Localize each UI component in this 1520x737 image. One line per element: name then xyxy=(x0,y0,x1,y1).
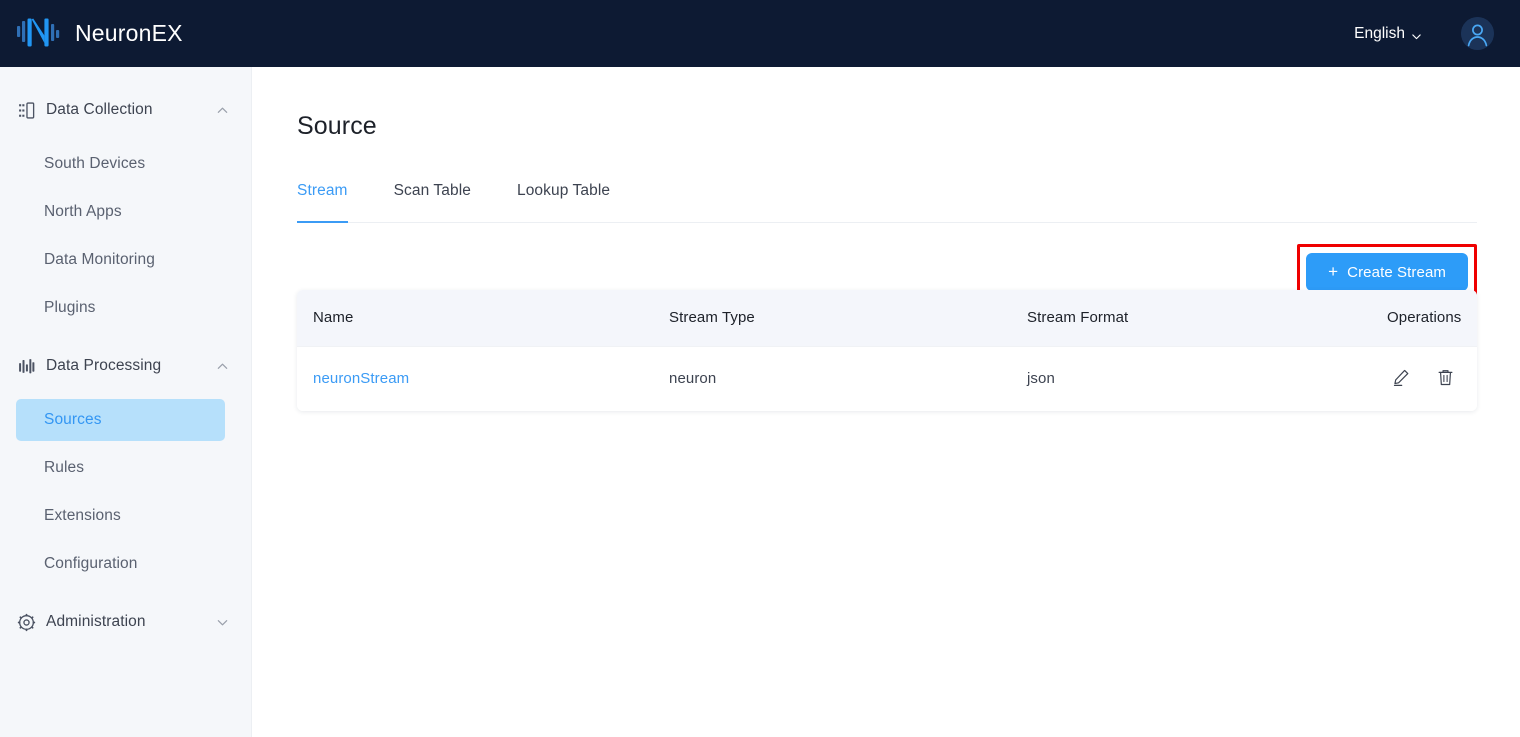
sidebar-item-data-monitoring[interactable]: Data Monitoring xyxy=(16,239,225,281)
sidebar-item-label: Data Monitoring xyxy=(44,251,155,269)
table-row: neuronStream neuron json xyxy=(297,346,1477,411)
sidebar-item-configuration[interactable]: Configuration xyxy=(16,543,225,585)
sidebar-item-label: Plugins xyxy=(44,299,96,317)
sidebar-item-label: Sources xyxy=(44,411,102,429)
column-header-name: Name xyxy=(297,290,653,346)
table-header: Name Stream Type Stream Format Operation… xyxy=(297,290,1477,346)
sidebar-item-label: Configuration xyxy=(44,555,138,573)
tab-scan-table[interactable]: Scan Table xyxy=(394,182,471,222)
tab-label: Stream xyxy=(297,182,348,199)
sidebar-group-label: Data Collection xyxy=(46,101,216,119)
sidebar-item-label: Extensions xyxy=(44,507,121,525)
user-avatar-icon[interactable] xyxy=(1461,17,1494,50)
neuron-logo-icon xyxy=(16,17,62,51)
create-stream-button[interactable]: + Create Stream xyxy=(1306,253,1468,291)
sidebar-item-label: Rules xyxy=(44,459,84,477)
sidebar-item-north-apps[interactable]: North Apps xyxy=(16,191,225,233)
table-body: neuronStream neuron json xyxy=(297,346,1477,411)
cell-stream-type: neuron xyxy=(653,346,1011,411)
sidebar-item-rules[interactable]: Rules xyxy=(16,447,225,489)
chevron-up-icon xyxy=(216,360,229,373)
sidebar-item-extensions[interactable]: Extensions xyxy=(16,495,225,537)
brand: NeuronEX xyxy=(16,17,183,51)
sidebar-item-sources[interactable]: Sources xyxy=(16,399,225,441)
column-header-operations: Operations xyxy=(1371,290,1477,346)
stream-table-card: Name Stream Type Stream Format Operation… xyxy=(297,290,1477,411)
stream-table: Name Stream Type Stream Format Operation… xyxy=(297,290,1477,411)
sidebar-item-label: South Devices xyxy=(44,155,145,173)
cell-name: neuronStream xyxy=(297,346,653,411)
data-processing-icon xyxy=(16,356,36,376)
table-header-row: Name Stream Type Stream Format Operation… xyxy=(297,290,1477,346)
edit-icon[interactable] xyxy=(1391,367,1411,387)
tab-label: Lookup Table xyxy=(517,182,610,199)
tab-stream[interactable]: Stream xyxy=(297,182,348,222)
chevron-down-icon xyxy=(216,616,229,629)
delete-icon[interactable] xyxy=(1435,367,1455,387)
sidebar-item-south-devices[interactable]: South Devices xyxy=(16,143,225,185)
cell-stream-format: json xyxy=(1011,346,1371,411)
gear-icon xyxy=(16,612,36,632)
language-label: English xyxy=(1354,25,1405,43)
column-header-stream-format: Stream Format xyxy=(1011,290,1371,346)
plus-icon: + xyxy=(1328,263,1338,280)
sidebar-item-plugins[interactable]: Plugins xyxy=(16,287,225,329)
cell-operations xyxy=(1371,346,1477,411)
tab-label: Scan Table xyxy=(394,182,471,199)
sidebar-group-data-processing[interactable]: Data Processing xyxy=(0,345,251,387)
sidebar-group-data-collection[interactable]: Data Collection xyxy=(0,89,251,131)
main-content: Source Stream Scan Table Lookup Table + … xyxy=(252,67,1520,737)
sidebar-group-administration[interactable]: Administration xyxy=(0,601,251,643)
row-operations xyxy=(1391,367,1461,387)
tab-bar: Stream Scan Table Lookup Table xyxy=(297,182,1477,223)
tab-lookup-table[interactable]: Lookup Table xyxy=(517,182,610,222)
create-stream-label: Create Stream xyxy=(1347,264,1446,281)
sidebar-group-label: Administration xyxy=(46,613,216,631)
chevron-up-icon xyxy=(216,104,229,117)
sidebar: Data Collection South Devices North Apps… xyxy=(0,67,252,737)
stream-name-link[interactable]: neuronStream xyxy=(313,370,409,387)
column-header-stream-type: Stream Type xyxy=(653,290,1011,346)
sidebar-item-label: North Apps xyxy=(44,203,122,221)
data-collection-icon xyxy=(16,100,36,120)
language-selector[interactable]: English xyxy=(1354,25,1421,43)
app-header: NeuronEX English xyxy=(0,0,1520,67)
header-actions: English xyxy=(1354,17,1494,50)
page-title: Source xyxy=(297,112,377,141)
brand-name: NeuronEX xyxy=(75,22,183,45)
chevron-down-icon xyxy=(1411,29,1421,39)
sidebar-group-label: Data Processing xyxy=(46,357,216,375)
